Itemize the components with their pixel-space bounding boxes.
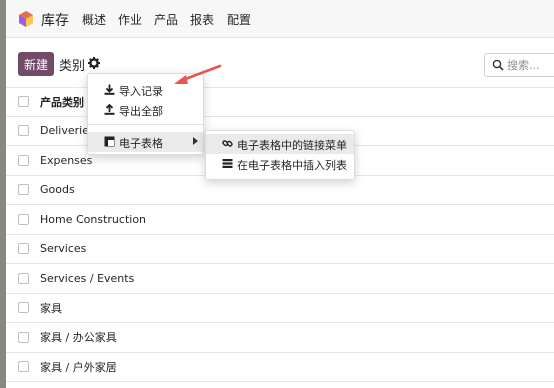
category-name: 家具 / 户外家居 bbox=[40, 360, 117, 374]
table-row[interactable]: 家具 / 户外家居 bbox=[6, 353, 554, 382]
link-menu-label: 电子表格中的链接菜单 bbox=[237, 139, 347, 152]
category-name: Expenses bbox=[40, 153, 93, 167]
caret-right-icon bbox=[193, 137, 198, 145]
category-name: 家具 / 办公家具 bbox=[40, 331, 117, 345]
row-checkbox[interactable] bbox=[18, 213, 29, 225]
spreadsheet-icon bbox=[104, 136, 115, 147]
spreadsheet-label: 电子表格 bbox=[119, 137, 163, 150]
import-records-label: 导入记录 bbox=[119, 85, 163, 98]
list-icon bbox=[222, 159, 233, 168]
column-header-category[interactable]: 产品类别 bbox=[40, 94, 84, 110]
download-icon bbox=[104, 84, 115, 95]
nav-reporting[interactable]: 报表 bbox=[190, 11, 214, 28]
row-checkbox[interactable] bbox=[18, 243, 29, 255]
table-row[interactable]: Services bbox=[6, 235, 554, 264]
app-name[interactable]: 库存 bbox=[41, 10, 69, 30]
category-name: Goods bbox=[40, 183, 75, 197]
row-checkbox[interactable] bbox=[18, 302, 29, 314]
insert-list-label: 在电子表格中插入列表 bbox=[237, 159, 347, 172]
spreadsheet-submenu: 电子表格中的链接菜单 在电子表格中插入列表 bbox=[205, 130, 355, 180]
nav-operations[interactable]: 作业 bbox=[118, 11, 142, 28]
annotation-arrow-icon bbox=[174, 64, 222, 84]
export-all-label: 导出全部 bbox=[119, 105, 163, 118]
inventory-app-icon[interactable] bbox=[18, 11, 34, 27]
search-box[interactable] bbox=[484, 53, 554, 77]
spreadsheet-item[interactable]: 电子表格 bbox=[88, 132, 203, 152]
link-menu-in-spreadsheet-item[interactable]: 电子表格中的链接菜单 bbox=[206, 134, 354, 154]
insert-list-in-spreadsheet-item[interactable]: 在电子表格中插入列表 bbox=[206, 154, 354, 174]
row-checkbox[interactable] bbox=[18, 361, 29, 373]
nav-overview[interactable]: 概述 bbox=[82, 11, 106, 28]
row-checkbox[interactable] bbox=[18, 125, 29, 137]
top-navbar: 库存 概述 作业 产品 报表 配置 bbox=[6, 0, 554, 38]
row-checkbox[interactable] bbox=[18, 331, 29, 343]
table-row[interactable]: Home Construction bbox=[6, 205, 554, 235]
link-icon bbox=[222, 140, 233, 147]
category-name: Services / Events bbox=[40, 271, 135, 285]
export-all-item[interactable]: 导出全部 bbox=[88, 100, 203, 120]
table-row[interactable]: 家具 bbox=[6, 294, 554, 323]
new-button[interactable]: 新建 bbox=[18, 52, 54, 76]
category-name: 家具 bbox=[40, 301, 62, 315]
nav-configuration[interactable]: 配置 bbox=[227, 11, 251, 28]
menu-divider bbox=[88, 124, 203, 125]
category-name: Services bbox=[40, 242, 87, 256]
row-checkbox[interactable] bbox=[18, 184, 29, 196]
nav-products[interactable]: 产品 bbox=[154, 11, 178, 28]
row-checkbox[interactable] bbox=[18, 154, 29, 166]
table-row[interactable]: 家具 / 办公家具 bbox=[6, 323, 554, 353]
breadcrumb: 类别 bbox=[59, 59, 86, 74]
gear-icon[interactable] bbox=[88, 57, 100, 69]
app-window: 库存 概述 作业 产品 报表 配置 新建 类别 产品类别 Deliver bbox=[6, 0, 554, 388]
category-name: Home Construction bbox=[40, 212, 147, 226]
select-all-checkbox[interactable] bbox=[18, 96, 29, 108]
table-row[interactable]: Services / Events bbox=[6, 264, 554, 294]
search-input[interactable] bbox=[507, 57, 554, 74]
upload-icon bbox=[104, 104, 115, 115]
row-checkbox[interactable] bbox=[18, 272, 29, 284]
search-icon bbox=[492, 59, 504, 71]
